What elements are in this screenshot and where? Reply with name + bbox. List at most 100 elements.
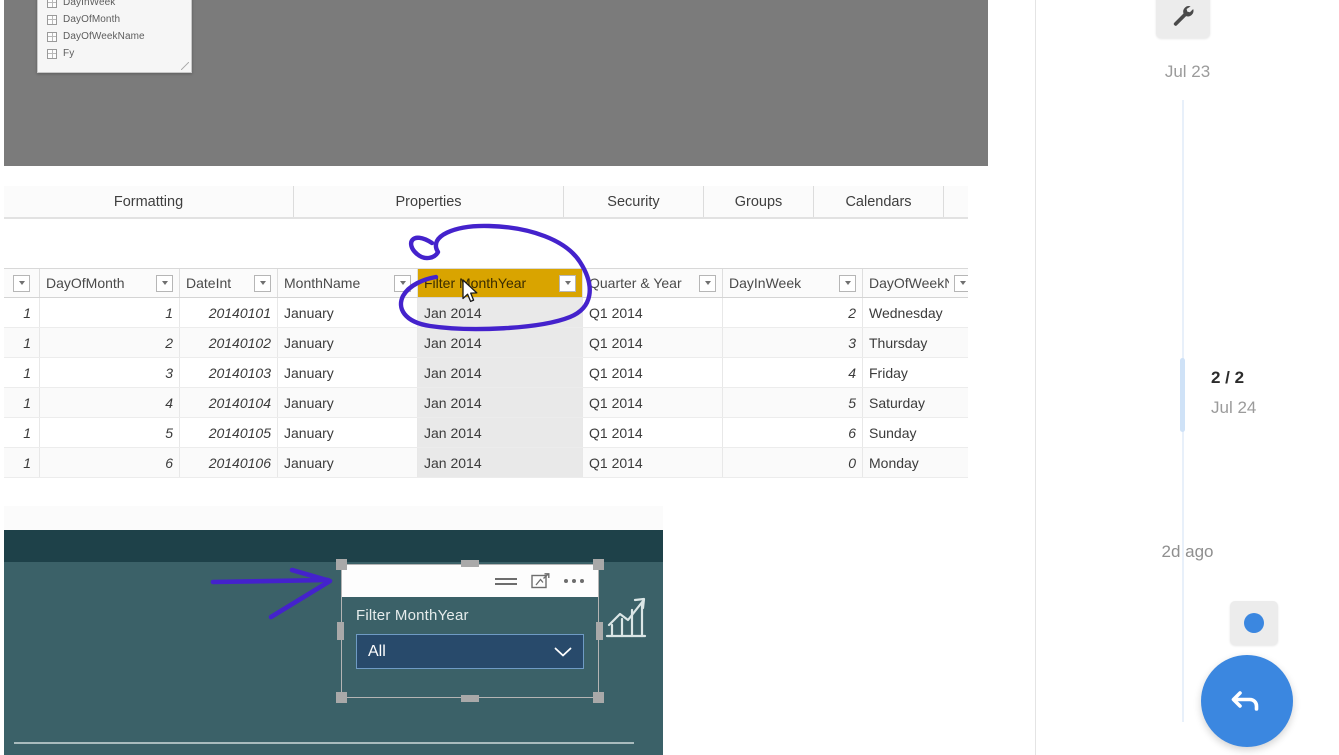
table-cell[interactable]: 4 — [40, 388, 180, 417]
table-cell[interactable]: 5 — [40, 418, 180, 447]
table-cell[interactable]: January — [278, 358, 418, 387]
table-cell[interactable]: Friday — [863, 358, 968, 387]
table-cell[interactable]: 6 — [723, 418, 863, 447]
table-cell[interactable]: Jan 2014 — [418, 358, 583, 387]
resize-handle-bl[interactable] — [336, 692, 347, 703]
table-cell[interactable]: Sunday — [863, 418, 968, 447]
table-cell[interactable]: 1 — [4, 298, 40, 327]
table-cell[interactable]: 20140105 — [180, 418, 278, 447]
table-cell[interactable]: 20140103 — [180, 358, 278, 387]
column-header-monthname[interactable]: MonthName — [278, 269, 418, 297]
data-grid-body[interactable]: 1 1 20140101 January Jan 2014 Q1 2014 2 Wednesd… — [4, 298, 968, 478]
resize-handle-br[interactable] — [593, 692, 604, 703]
table-row[interactable]: 1 2 20140102 January Jan 2014 Q1 2014 3 Thursda… — [4, 328, 968, 358]
table-row[interactable]: 1 4 20140104 January Jan 2014 Q1 2014 5 Saturda… — [4, 388, 968, 418]
table-cell[interactable]: January — [278, 448, 418, 477]
column-filter-dropdown-icon[interactable] — [699, 274, 716, 292]
table-cell[interactable]: Monday — [863, 448, 968, 477]
resize-grip-icon[interactable] — [181, 62, 189, 70]
field-list-popup[interactable]: DayInWeek DayOfMonth DayOfWeekName Fy — [37, 0, 192, 73]
table-cell[interactable]: 1 — [4, 358, 40, 387]
chevron-down-icon[interactable] — [554, 647, 572, 657]
table-cell[interactable]: January — [278, 328, 418, 357]
column-header-dayofmonth[interactable]: DayOfMonth — [40, 269, 180, 297]
ribbon-group-properties[interactable]: Properties — [294, 186, 564, 217]
column-filter-dropdown-icon[interactable] — [559, 274, 576, 292]
undo-fab-button[interactable] — [1201, 655, 1293, 747]
table-cell[interactable]: Jan 2014 — [418, 418, 583, 447]
table-cell[interactable]: 2 — [723, 298, 863, 327]
slicer-header-bar[interactable] — [342, 565, 598, 597]
ribbon-group-formatting[interactable]: Formatting — [4, 186, 294, 217]
table-cell[interactable]: 2 — [40, 328, 180, 357]
table-cell[interactable]: Jan 2014 — [418, 448, 583, 477]
slicer-visual[interactable]: Filter MonthYear All — [336, 559, 604, 703]
field-list-item[interactable]: DayOfWeekName — [42, 28, 191, 45]
table-cell[interactable]: 3 — [40, 358, 180, 387]
resize-handle-top[interactable] — [461, 560, 479, 567]
table-cell[interactable]: Q1 2014 — [583, 388, 723, 417]
more-options-icon[interactable] — [564, 579, 584, 583]
table-cell[interactable]: Q1 2014 — [583, 328, 723, 357]
resize-handle-bottom[interactable] — [461, 695, 479, 702]
field-list-item[interactable]: Fy — [42, 45, 191, 62]
table-cell[interactable]: 1 — [4, 328, 40, 357]
table-cell[interactable]: Thursday — [863, 328, 968, 357]
table-cell[interactable]: 20140102 — [180, 328, 278, 357]
table-cell[interactable]: 6 — [40, 448, 180, 477]
resize-handle-left[interactable] — [337, 622, 344, 640]
ribbon-group-calendars[interactable]: Calendars — [814, 186, 944, 217]
column-filter-dropdown-icon[interactable] — [839, 274, 856, 292]
focus-mode-icon[interactable] — [531, 572, 550, 590]
field-list-item[interactable]: DayOfMonth — [42, 11, 191, 28]
table-cell[interactable]: Jan 2014 — [418, 328, 583, 357]
table-cell[interactable]: 3 — [723, 328, 863, 357]
table-cell[interactable]: 20140101 — [180, 298, 278, 327]
table-row[interactable]: 1 5 20140105 January Jan 2014 Q1 2014 6 Sunday — [4, 418, 968, 448]
table-cell[interactable]: 1 — [40, 298, 180, 327]
table-cell[interactable]: 1 — [4, 388, 40, 417]
column-filter-dropdown-icon[interactable] — [156, 274, 173, 292]
ribbon-group-groups[interactable]: Groups — [704, 186, 814, 217]
table-cell[interactable]: January — [278, 298, 418, 327]
column-header-filter-monthyear[interactable]: Filter MonthYear — [418, 269, 583, 297]
data-grid[interactable]: DayOfMonth DateInt MonthName Filter MonthYe… — [4, 268, 968, 488]
column-filter-dropdown-icon[interactable] — [394, 274, 411, 292]
table-row[interactable]: 1 6 20140106 January Jan 2014 Q1 2014 0 Monday — [4, 448, 968, 478]
filter-icon[interactable] — [495, 576, 517, 586]
column-header-dateint[interactable]: DateInt — [180, 269, 278, 297]
table-cell[interactable]: January — [278, 418, 418, 447]
record-dot-button[interactable] — [1230, 601, 1278, 645]
table-cell[interactable]: January — [278, 388, 418, 417]
column-filter-dropdown-icon[interactable] — [13, 274, 30, 292]
column-filter-dropdown-icon[interactable] — [954, 274, 968, 292]
table-cell[interactable]: 20140106 — [180, 448, 278, 477]
column-header-dayinweek[interactable]: DayInWeek — [723, 269, 863, 297]
table-row[interactable]: 1 1 20140101 January Jan 2014 Q1 2014 2 Wednesd… — [4, 298, 968, 328]
timeline-active-marker[interactable] — [1180, 358, 1185, 432]
table-row[interactable]: 1 3 20140103 January Jan 2014 Q1 2014 4 Friday — [4, 358, 968, 388]
column-filter-dropdown-icon[interactable] — [254, 274, 271, 292]
report-canvas[interactable]: Filter MonthYear All — [4, 530, 663, 755]
column-header-rowheader[interactable] — [4, 269, 40, 297]
resize-handle-tl[interactable] — [336, 559, 347, 570]
table-cell[interactable]: Q1 2014 — [583, 418, 723, 447]
table-cell[interactable]: Q1 2014 — [583, 298, 723, 327]
resize-handle-tr[interactable] — [593, 559, 604, 570]
column-header-dayofweekname[interactable]: DayOfWeekName — [863, 269, 968, 297]
table-cell[interactable]: Saturday — [863, 388, 968, 417]
table-cell[interactable]: 0 — [723, 448, 863, 477]
table-cell[interactable]: 1 — [4, 418, 40, 447]
table-cell[interactable]: Q1 2014 — [583, 448, 723, 477]
table-cell[interactable]: Jan 2014 — [418, 388, 583, 417]
column-header-quarter-year[interactable]: Quarter & Year — [583, 269, 723, 297]
field-list-item[interactable]: DayInWeek — [42, 0, 191, 11]
table-cell[interactable]: Wednesday — [863, 298, 968, 327]
resize-handle-right[interactable] — [596, 622, 603, 640]
table-cell[interactable]: 20140104 — [180, 388, 278, 417]
table-cell[interactable]: Jan 2014 — [418, 298, 583, 327]
slicer-dropdown[interactable]: All — [356, 634, 584, 669]
table-cell[interactable]: 5 — [723, 388, 863, 417]
table-cell[interactable]: 1 — [4, 448, 40, 477]
data-grid-header-row[interactable]: DayOfMonth DateInt MonthName Filter MonthYe… — [4, 269, 968, 298]
